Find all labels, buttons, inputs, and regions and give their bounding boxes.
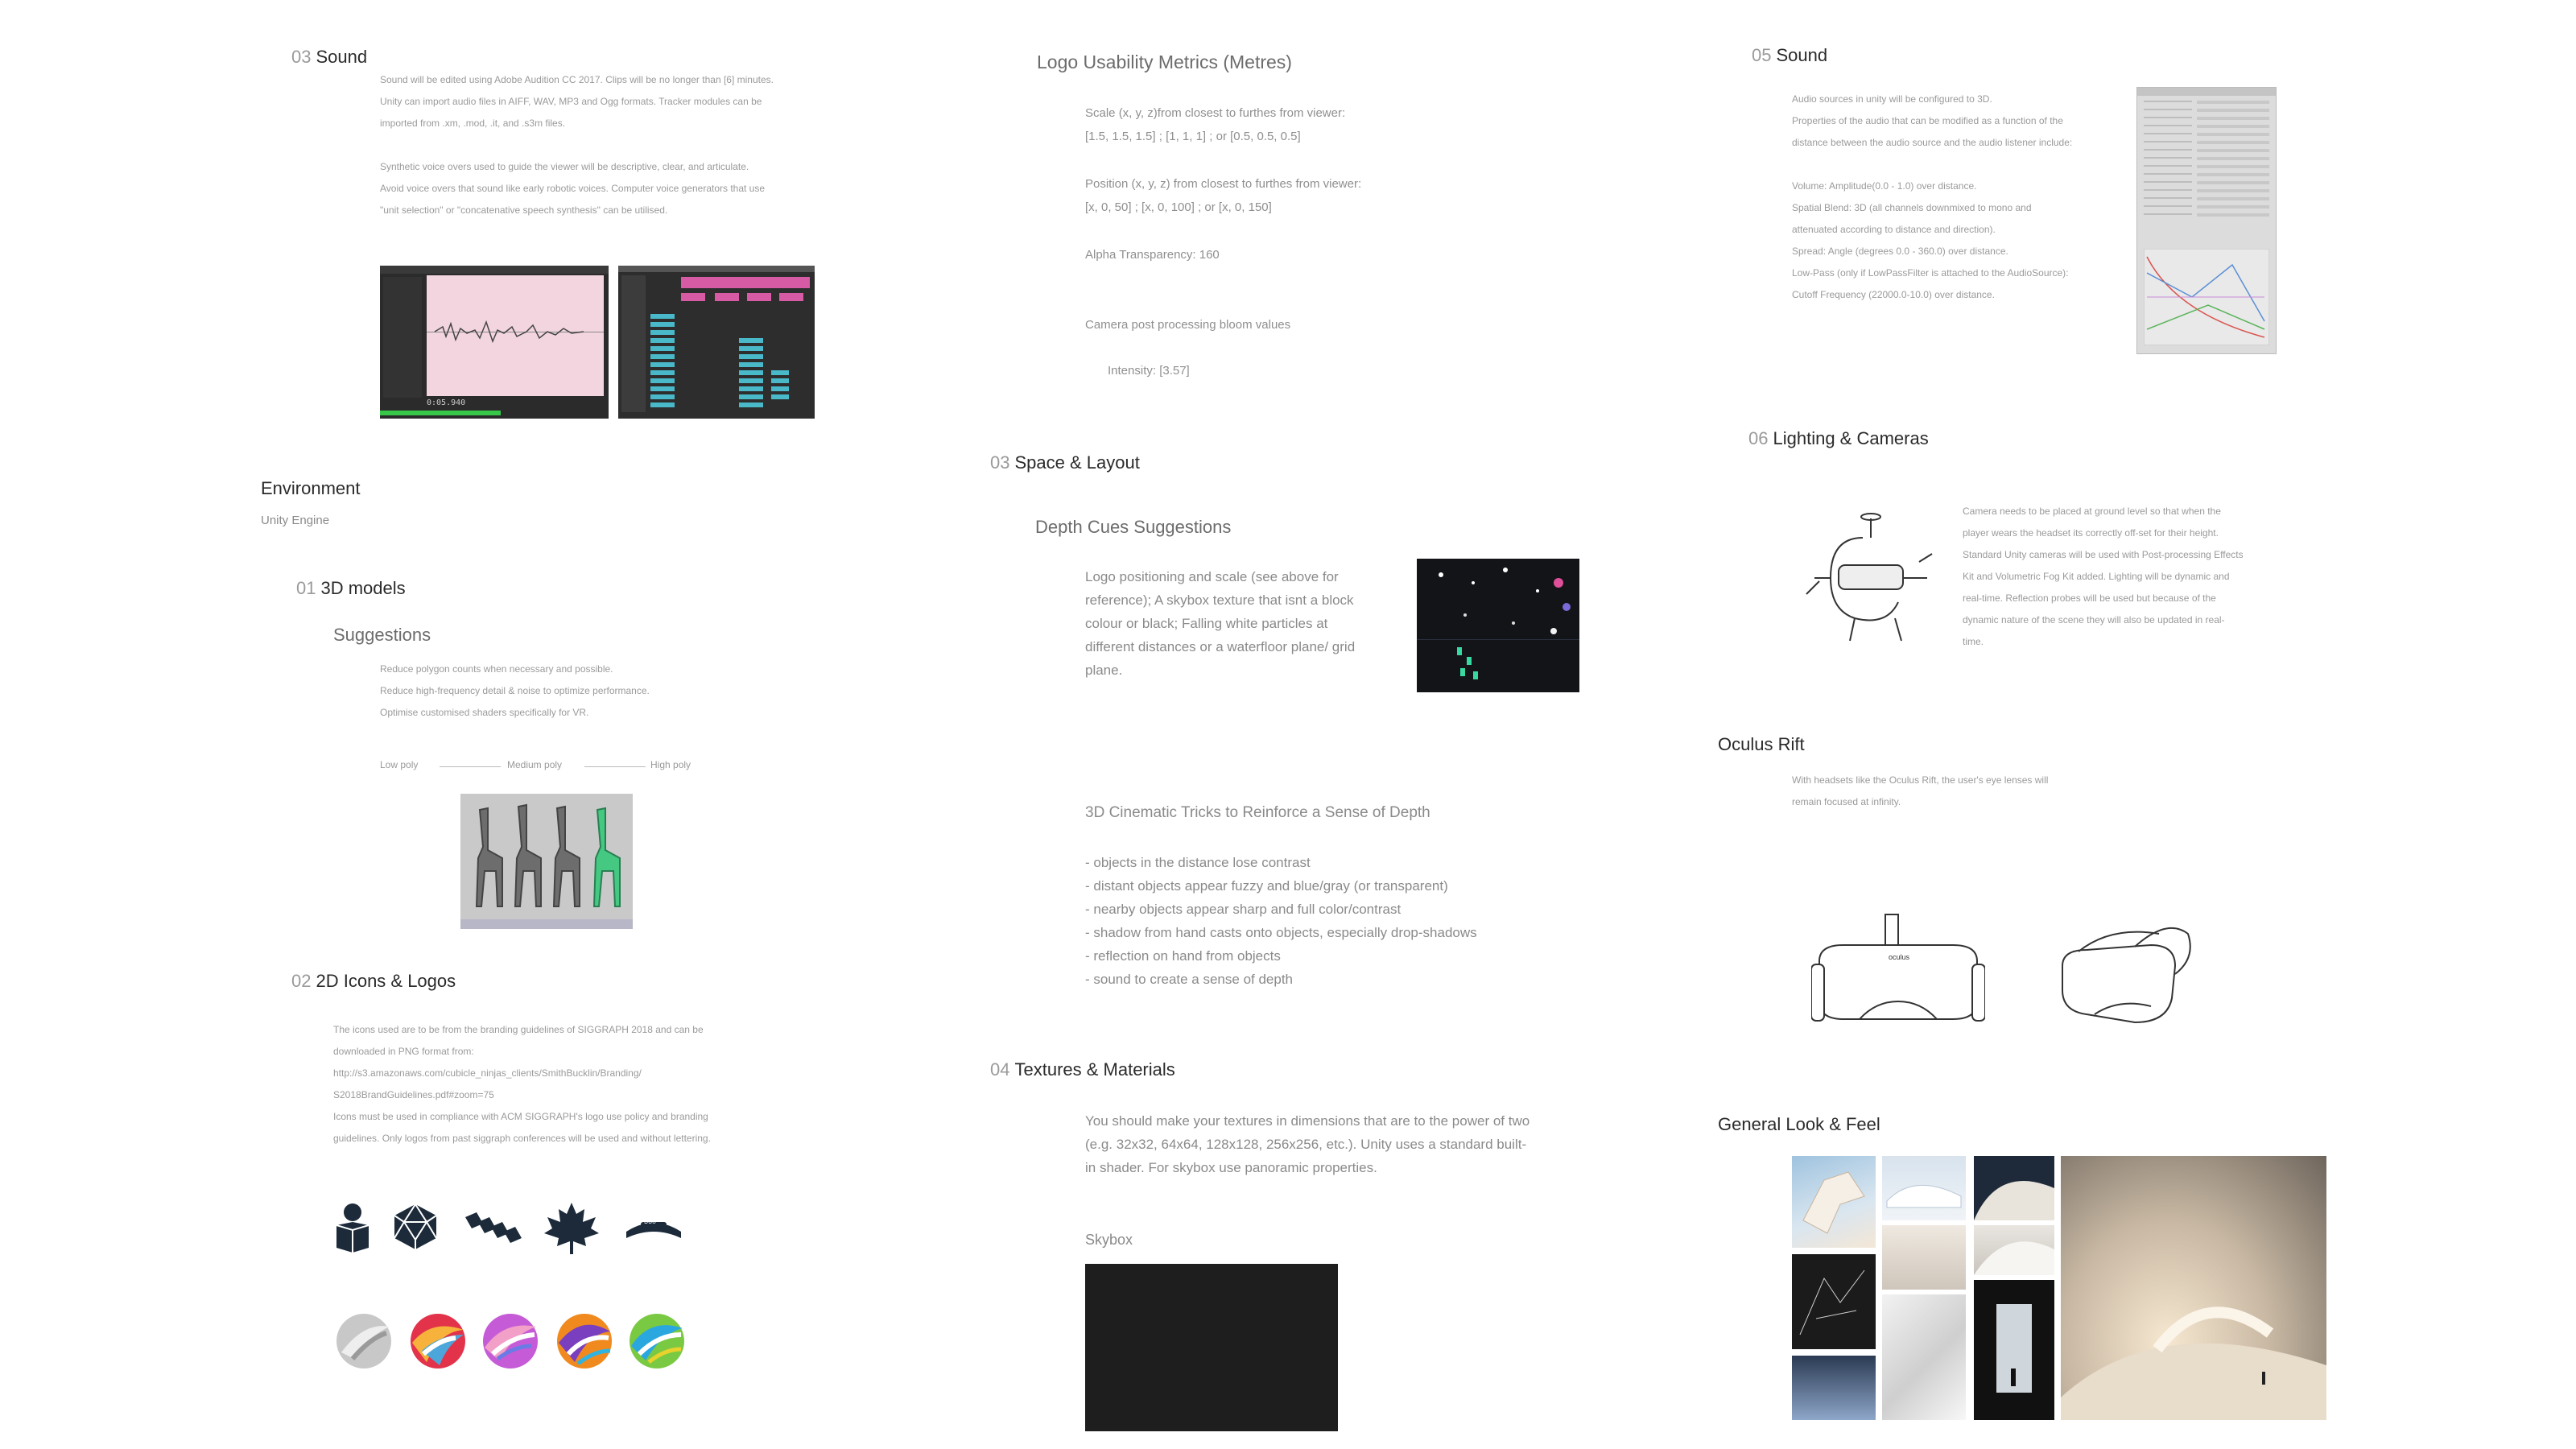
mood-image-white-folds — [1882, 1294, 1966, 1420]
badge-360: 360° — [644, 1217, 659, 1225]
2d-icons-heading: 02 2D Icons & Logos — [291, 971, 456, 991]
scale-value: [1.5, 1.5, 1.5] ; [1, 1, 1] ; or [0.5, 0… — [1085, 130, 1301, 143]
mood-image-arches — [1974, 1156, 2054, 1220]
mood-image-doorway — [1974, 1280, 2054, 1420]
waveform-icon — [434, 320, 584, 344]
oculus-text: With headsets like the Oculus Rift, the … — [1792, 774, 2049, 807]
stacked-cards-icon — [465, 1212, 522, 1243]
left-sound-text: Sound will be edited using Adobe Auditio… — [380, 74, 774, 216]
oculus-heading: Oculus Rift — [1718, 734, 1805, 754]
audition-screenshot-2 — [618, 266, 815, 419]
mood-image-curves — [1974, 1225, 2054, 1275]
space-layout-heading: 03 Space & Layout — [990, 452, 1140, 473]
rolloff-curve-icon — [2144, 249, 2269, 345]
high-poly-label: High poly — [650, 759, 691, 770]
mood-image-white-building — [1882, 1156, 1966, 1220]
audition-screenshot-1: 0:05.940 — [380, 266, 609, 419]
lighting-heading: 06 Lighting & Cameras — [1748, 428, 1929, 448]
textures-heading: 04 Textures & Materials — [990, 1059, 1175, 1080]
lighting-text: Camera needs to be placed at ground leve… — [1963, 506, 2244, 647]
depth-cues-heading: Depth Cues Suggestions — [1035, 517, 1232, 537]
usability-metrics: Scale (x, y, z)from closest to furthes f… — [1085, 101, 1361, 382]
suggestions-list: Reduce polygon counts when necessary and… — [380, 663, 650, 718]
environment-heading: Environment — [261, 478, 361, 498]
mood-image-lit-cave — [2061, 1156, 2326, 1420]
cinematic-tricks-list: - objects in the distance lose contrast … — [1085, 855, 1477, 987]
right-sound-heading: 05 Sound — [1752, 45, 1828, 65]
siggraph-logo-pink-icon — [483, 1314, 538, 1368]
suggestions-heading: Suggestions — [333, 625, 431, 645]
left-sound-heading: 03 Sound — [291, 47, 367, 68]
bloom-intensity: Intensity: [3.57] — [1108, 364, 1190, 378]
siggraph-logo-green-icon — [630, 1314, 684, 1368]
oculus-brand: oculus — [1889, 953, 1910, 961]
siggraph-logo-red-icon — [411, 1314, 465, 1368]
cinematic-tricks-heading: 3D Cinematic Tricks to Reinforce a Sense… — [1085, 804, 1430, 821]
vr-head-axes-icon — [1806, 513, 1933, 642]
section-number: 03 — [291, 47, 312, 67]
alpha-transparency: Alpha Transparency: 160 — [1085, 248, 1220, 262]
usability-heading: Logo Usability Metrics (Metres) — [1037, 52, 1292, 72]
depth-cues-text: Logo positioning and scale (see above fo… — [1085, 569, 1356, 678]
position-value: [x, 0, 50] ; [x, 0, 100] ; or [x, 0, 150… — [1085, 200, 1272, 214]
mood-image-dark-structure — [1792, 1254, 1876, 1349]
icosahedron-icon — [394, 1203, 437, 1249]
maple-leaf-icon — [544, 1203, 599, 1254]
depth-cues-image — [1417, 559, 1579, 692]
section-title: Sound — [316, 47, 368, 67]
particles-icon — [1417, 568, 1579, 679]
bloom-label: Camera post processing bloom values — [1085, 318, 1291, 332]
mood-image-sculpture — [1792, 1156, 1876, 1248]
giraffe-icon — [460, 803, 633, 929]
skybox-label: Skybox — [1085, 1232, 1133, 1248]
mood-image-gallery — [1882, 1225, 1966, 1290]
oculus-front-icon — [1811, 914, 1985, 1022]
siggraph-logo-orange-icon — [557, 1314, 612, 1368]
environment-subtitle: Unity Engine — [261, 514, 330, 527]
giraffe-poly-image — [460, 794, 633, 929]
right-sound-text: Audio sources in unity will be configure… — [1792, 93, 2073, 300]
audio-inspector-screenshot — [2136, 87, 2277, 354]
siggraph-logo-silver-icon — [336, 1314, 391, 1368]
icons-text: The icons used are to be from the brandi… — [333, 1024, 711, 1144]
medium-poly-label: Medium poly — [507, 759, 563, 770]
mood-image-blue-hall — [1792, 1356, 1876, 1420]
skybox-image — [1085, 1264, 1338, 1431]
low-poly-label: Low poly — [380, 759, 419, 770]
3d-models-heading: 01 3D models — [296, 578, 406, 598]
person-box-icon — [336, 1203, 369, 1253]
scale-label: Scale (x, y, z)from closest to furthes f… — [1085, 106, 1346, 120]
position-label: Position (x, y, z) from closest to furth… — [1085, 177, 1362, 191]
general-look-heading: General Look & Feel — [1718, 1114, 1880, 1134]
timecode: 0:05.940 — [427, 398, 466, 407]
oculus-side-icon — [2062, 927, 2191, 1024]
textures-text: You should make your textures in dimensi… — [1085, 1113, 1530, 1175]
